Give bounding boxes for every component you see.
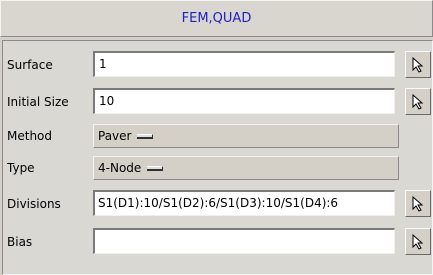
surface-field[interactable]: 1 bbox=[93, 51, 395, 77]
method-option-menu[interactable]: Paver bbox=[93, 124, 399, 148]
divisions-field[interactable]: S1(D1):10/S1(D2):6/S1(D3):10/S1(D4):6 bbox=[93, 190, 395, 216]
initial-size-row: Initial Size 10 bbox=[3, 87, 432, 117]
option-menu-indicator-icon bbox=[137, 133, 154, 139]
initial-size-select-button[interactable] bbox=[405, 88, 431, 115]
divisions-label: Divisions bbox=[7, 197, 61, 211]
type-label: Type bbox=[7, 161, 35, 175]
divisions-select-button[interactable] bbox=[405, 190, 431, 217]
surface-row: Surface 1 bbox=[3, 50, 432, 80]
initial-size-label: Initial Size bbox=[7, 95, 69, 109]
window-title: FEM,QUAD bbox=[181, 11, 252, 26]
method-label: Method bbox=[7, 129, 53, 143]
form-panel: Surface 1 Initial Size 10 Method Paver T… bbox=[2, 40, 433, 275]
bias-select-button[interactable] bbox=[405, 228, 431, 255]
type-row: Type 4-Node bbox=[3, 153, 432, 183]
surface-select-button[interactable] bbox=[405, 51, 431, 78]
bias-row: Bias bbox=[3, 227, 432, 257]
arrow-cursor-icon bbox=[412, 233, 424, 250]
arrow-cursor-icon bbox=[412, 195, 424, 212]
title-bar: FEM,QUAD bbox=[0, 0, 433, 37]
arrow-cursor-icon bbox=[412, 56, 424, 73]
type-value: 4-Node bbox=[98, 161, 142, 175]
divisions-row: Divisions S1(D1):10/S1(D2):6/S1(D3):10/S… bbox=[3, 189, 432, 219]
bias-label: Bias bbox=[7, 235, 33, 249]
surface-label: Surface bbox=[7, 58, 53, 72]
method-row: Method Paver bbox=[3, 121, 432, 151]
method-value: Paver bbox=[98, 129, 132, 143]
type-option-menu[interactable]: 4-Node bbox=[93, 156, 399, 180]
option-menu-indicator-icon bbox=[147, 165, 164, 171]
arrow-cursor-icon bbox=[412, 93, 424, 110]
bias-field[interactable] bbox=[93, 228, 395, 254]
initial-size-field[interactable]: 10 bbox=[93, 88, 395, 114]
